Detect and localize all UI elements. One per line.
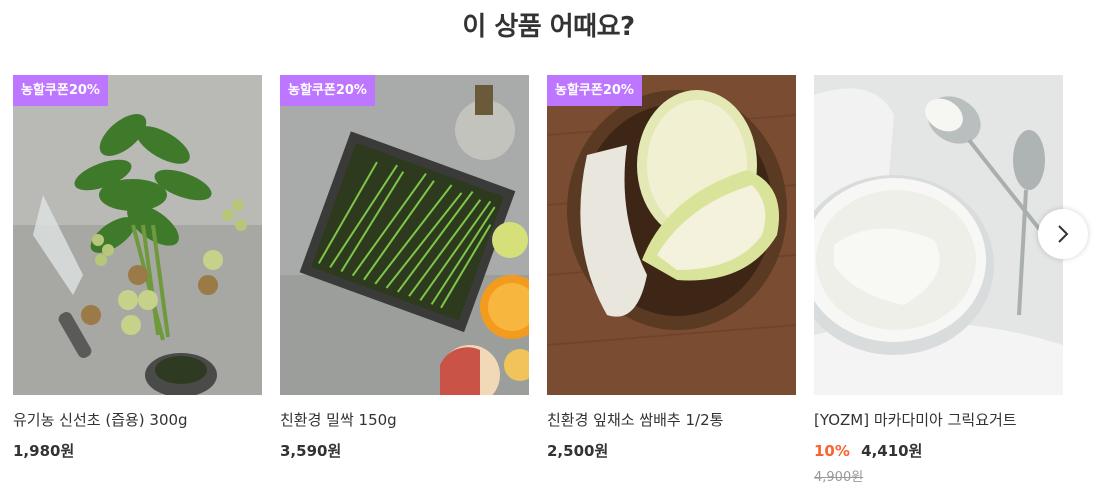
product-name[interactable]: 친환경 밀싹 150g (280, 409, 529, 430)
price-row: 2,500원 (547, 440, 796, 461)
price-row: 1,980원 (13, 440, 262, 461)
product-card[interactable]: 농할쿠폰20% 친환경 밀싹 150g 3,590원 (280, 75, 529, 461)
price-row: 3,590원 (280, 440, 529, 461)
discount-rate: 10% (814, 442, 850, 460)
original-price: 4,900원 (814, 470, 864, 485)
cabbage-photo (547, 75, 796, 395)
carousel-next-button[interactable] (1038, 209, 1088, 259)
product-image[interactable] (814, 75, 1063, 395)
coupon-badge: 농할쿠폰20% (547, 75, 642, 106)
product-name[interactable]: [YOZM] 마카다미아 그릭요거트 (814, 409, 1063, 430)
product-image[interactable]: 농할쿠폰20% (547, 75, 796, 395)
product-card[interactable]: 농할쿠폰20% 친환경 잎채소 쌈배추 1/2통 2,500원 (547, 75, 796, 461)
chevron-right-icon (1058, 225, 1069, 243)
coupon-badge: 농할쿠폰20% (280, 75, 375, 106)
price: 1,980원 (13, 442, 75, 460)
product-card[interactable]: 농할쿠폰20% 유기농 신선초 (즙용) 300g 1,980원 (13, 75, 262, 461)
product-image[interactable]: 농할쿠폰20% (280, 75, 529, 395)
product-image[interactable]: 농할쿠폰20% (13, 75, 262, 395)
price: 2,500원 (547, 442, 609, 460)
price: 4,410원 (861, 442, 923, 460)
price-row: 10% 4,410원 (814, 440, 1063, 461)
angelica-photo (13, 75, 262, 395)
section-title: 이 상품 어때요? (462, 12, 635, 42)
yogurt-photo (814, 75, 1063, 395)
product-card[interactable]: [YOZM] 마카다미아 그릭요거트 10% 4,410원 4,900원 (814, 75, 1063, 485)
coupon-badge: 농할쿠폰20% (13, 75, 108, 106)
wheatgrass-photo (280, 75, 529, 395)
product-name[interactable]: 유기농 신선초 (즙용) 300g (13, 409, 262, 430)
price: 3,590원 (280, 442, 342, 460)
product-name[interactable]: 친환경 잎채소 쌈배추 1/2통 (547, 409, 796, 430)
